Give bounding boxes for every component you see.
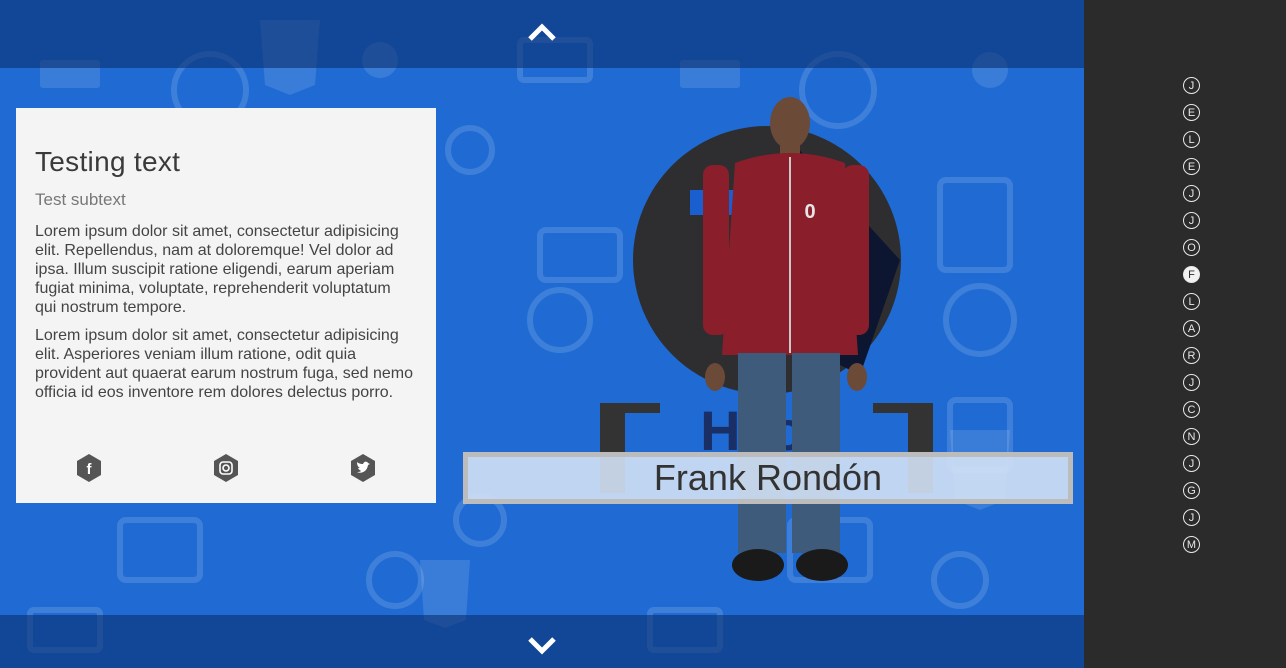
letter-nav-item[interactable]: J: [1183, 185, 1200, 202]
letter-nav-item[interactable]: C: [1183, 401, 1200, 418]
scroll-up-chevron-icon[interactable]: [527, 22, 557, 42]
social-links: f: [16, 453, 436, 487]
facebook-icon[interactable]: f: [74, 453, 104, 483]
letter-nav-item[interactable]: N: [1183, 428, 1200, 445]
letter-nav-item[interactable]: J: [1183, 77, 1200, 94]
hero-section: Testing text Test subtext Lorem ipsum do…: [0, 0, 1084, 668]
letter-nav-item[interactable]: G: [1183, 482, 1200, 499]
letter-nav-item[interactable]: J: [1183, 212, 1200, 229]
letter-nav-item[interactable]: L: [1183, 293, 1200, 310]
letter-nav-item[interactable]: M: [1183, 536, 1200, 553]
svg-text:0: 0: [804, 201, 815, 223]
profile-name: Frank Rondón: [653, 457, 883, 498]
letter-nav-item[interactable]: O: [1183, 239, 1200, 256]
letter-nav-item[interactable]: F: [1183, 266, 1200, 283]
card-title: Testing text: [35, 146, 181, 177]
info-card: Testing text Test subtext Lorem ipsum do…: [16, 108, 436, 503]
letter-nav-item[interactable]: R: [1183, 347, 1200, 364]
letter-nav: JELEJJOFLARJCNJGJM: [1183, 77, 1203, 563]
letter-nav-item[interactable]: E: [1183, 104, 1200, 121]
card-subtitle: Test subtext: [35, 190, 126, 209]
letter-nav-item[interactable]: J: [1183, 509, 1200, 526]
letter-nav-item[interactable]: A: [1183, 320, 1200, 337]
letter-nav-item[interactable]: J: [1183, 455, 1200, 472]
right-sidebar: JELEJJOFLARJCNJGJM: [1084, 0, 1286, 668]
name-banner: Frank Rondón: [463, 452, 1073, 504]
letter-nav-item[interactable]: L: [1183, 131, 1200, 148]
instagram-icon[interactable]: [211, 453, 241, 483]
scroll-down-chevron-icon[interactable]: [527, 636, 557, 656]
letter-nav-item[interactable]: J: [1183, 374, 1200, 391]
card-paragraph: Lorem ipsum dolor sit amet, consectetur …: [35, 223, 399, 316]
profile-photo: Hack 0: [600, 97, 933, 581]
twitter-icon[interactable]: [348, 453, 378, 483]
card-paragraph: Lorem ipsum dolor sit amet, consectetur …: [35, 327, 413, 401]
letter-nav-item[interactable]: E: [1183, 158, 1200, 175]
